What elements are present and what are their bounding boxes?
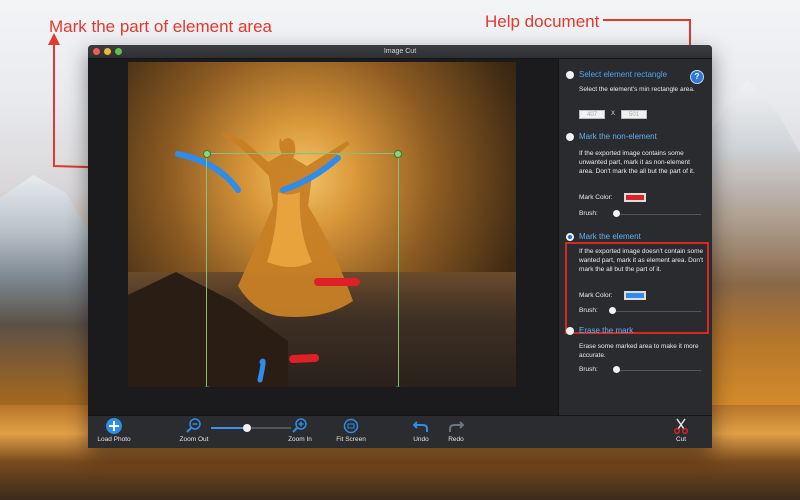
selection-handle-bottom-left[interactable] (203, 386, 211, 387)
undo-icon (413, 421, 428, 432)
selection-handle-top-right[interactable] (394, 150, 402, 158)
width-field[interactable]: 407 (579, 110, 605, 119)
selection-handle-bottom-right[interactable] (394, 386, 402, 387)
erase-mark-desc: Erase some marked area to make it more a… (579, 343, 699, 359)
mountain-left (0, 175, 95, 405)
erase-brush-label: Brush: (579, 366, 598, 373)
mark-non-element-title[interactable]: Mark the non-element (579, 132, 657, 141)
bottom-toolbar: Load Photo Zoom Out Zoom In Fit Screen U… (88, 415, 712, 448)
zoom-out-label: Zoom Out (179, 436, 209, 443)
radio-select-rectangle[interactable] (566, 71, 574, 79)
window-title: Image Cut (383, 48, 417, 55)
non-element-color-swatch[interactable] (624, 193, 646, 202)
element-brush-knob[interactable] (609, 307, 616, 314)
cut-label: Cut (675, 436, 687, 443)
dimension-separator: X (611, 111, 616, 117)
non-element-brush-knob[interactable] (613, 210, 620, 217)
redo-icon (449, 421, 464, 432)
help-icon[interactable]: ? (690, 70, 704, 84)
fit-screen-label: Fit Screen (336, 436, 366, 443)
mark-element-title[interactable]: Mark the element (579, 232, 641, 241)
redo-label: Redo (448, 436, 464, 443)
element-color-label: Mark Color: (579, 292, 613, 299)
photo-image (128, 62, 516, 387)
non-element-brush-label: Brush: (579, 210, 598, 217)
title-bar: Image Cut (88, 45, 712, 59)
mark-element-desc: If the exported image doesn't contain so… (579, 248, 704, 273)
radio-mark-non-element[interactable] (566, 133, 574, 141)
plus-icon (106, 418, 122, 434)
image-canvas[interactable] (88, 59, 558, 415)
radio-erase-mark[interactable] (566, 327, 574, 335)
scissors-icon (673, 418, 689, 434)
zoom-out-button[interactable]: Zoom Out (176, 418, 212, 443)
zoom-slider-knob[interactable] (243, 424, 251, 432)
redo-button[interactable]: Redo (443, 418, 469, 443)
maximize-button[interactable] (115, 48, 122, 55)
zoom-in-icon (292, 418, 307, 433)
cut-button[interactable]: Cut (668, 418, 694, 443)
element-brush-label: Brush: (579, 307, 598, 314)
height-field[interactable]: 501 (621, 110, 647, 119)
select-rectangle-desc: Select the element's min rectangle area. (579, 86, 695, 93)
undo-button[interactable]: Undo (408, 418, 434, 443)
non-element-brush-slider[interactable] (614, 214, 701, 215)
annotation-mark-part: Mark the part of element area (49, 17, 273, 36)
element-color-swatch[interactable] (624, 291, 646, 300)
erase-brush-slider[interactable] (614, 370, 701, 371)
load-photo-label: Load Photo (97, 436, 131, 443)
mark-non-element-desc: If the exported image contains some unwa… (579, 150, 695, 175)
mountain-right (712, 80, 800, 410)
fit-screen-button[interactable]: Fit Screen (333, 418, 369, 443)
selection-handle-top-left[interactable] (203, 150, 211, 158)
options-panel: ? Select element rectangle Select the el… (558, 59, 712, 415)
element-brush-slider[interactable] (614, 311, 701, 312)
radio-mark-element[interactable] (566, 233, 574, 241)
zoom-out-icon (186, 418, 201, 433)
zoom-slider[interactable] (211, 424, 291, 432)
annotation-help-document: Help document (485, 12, 600, 31)
load-photo-button[interactable]: Load Photo (94, 418, 134, 443)
minimize-button[interactable] (104, 48, 111, 55)
zoom-in-button[interactable]: Zoom In (284, 418, 316, 443)
non-element-color-label: Mark Color: (579, 194, 613, 201)
select-rectangle-title[interactable]: Select element rectangle (579, 70, 667, 79)
app-window: Image Cut ? Select element rectangle Sel… (88, 45, 712, 448)
zoom-in-label: Zoom In (288, 436, 312, 443)
erase-mark-title[interactable]: Erase the mark (579, 326, 633, 335)
undo-label: Undo (413, 436, 429, 443)
fit-screen-icon (343, 418, 359, 434)
zoom-slider-fill (211, 427, 246, 429)
close-button[interactable] (93, 48, 100, 55)
selection-rectangle[interactable] (203, 150, 402, 387)
erase-brush-knob[interactable] (613, 366, 620, 373)
